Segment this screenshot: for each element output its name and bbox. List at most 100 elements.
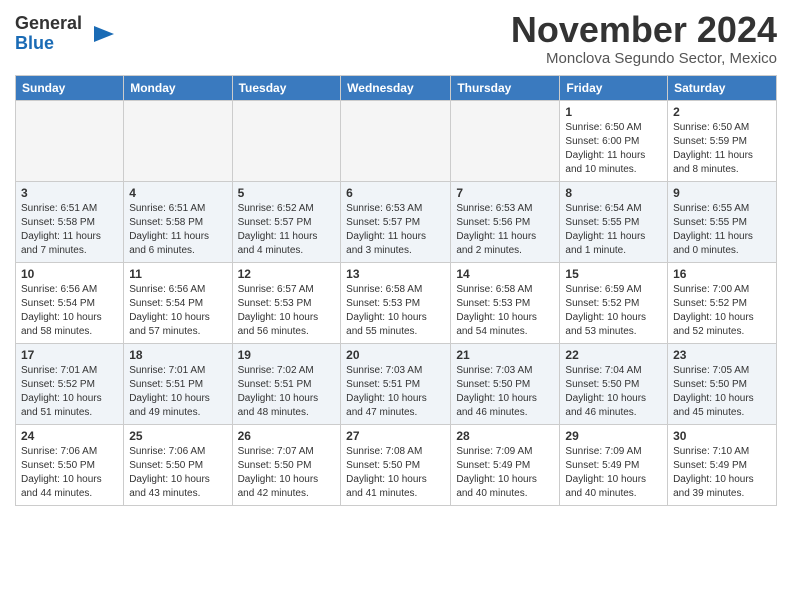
- day-info: Sunrise: 7:01 AMSunset: 5:52 PMDaylight:…: [21, 365, 102, 418]
- day-number: 4: [129, 186, 226, 200]
- day-info: Sunrise: 7:01 AMSunset: 5:51 PMDaylight:…: [129, 365, 210, 418]
- table-row: [124, 100, 232, 181]
- table-row: 11 Sunrise: 6:56 AMSunset: 5:54 PMDaylig…: [124, 262, 232, 343]
- table-row: 2 Sunrise: 6:50 AMSunset: 5:59 PMDayligh…: [668, 100, 777, 181]
- day-number: 14: [456, 267, 554, 281]
- day-number: 26: [238, 429, 336, 443]
- day-info: Sunrise: 6:59 AMSunset: 5:52 PMDaylight:…: [565, 284, 646, 337]
- table-row: [16, 100, 124, 181]
- table-row: 21 Sunrise: 7:03 AMSunset: 5:50 PMDaylig…: [451, 343, 560, 424]
- day-info: Sunrise: 6:57 AMSunset: 5:53 PMDaylight:…: [238, 284, 319, 337]
- day-info: Sunrise: 6:58 AMSunset: 5:53 PMDaylight:…: [456, 284, 537, 337]
- day-number: 23: [673, 348, 771, 362]
- day-number: 13: [346, 267, 445, 281]
- table-row: [341, 100, 451, 181]
- day-info: Sunrise: 6:53 AMSunset: 5:57 PMDaylight:…: [346, 203, 426, 256]
- logo-blue-text: Blue: [15, 33, 54, 53]
- day-number: 15: [565, 267, 662, 281]
- location-title: Monclova Segundo Sector, Mexico: [511, 50, 777, 67]
- day-number: 25: [129, 429, 226, 443]
- table-row: 29 Sunrise: 7:09 AMSunset: 5:49 PMDaylig…: [560, 424, 668, 505]
- table-row: 27 Sunrise: 7:08 AMSunset: 5:50 PMDaylig…: [341, 424, 451, 505]
- table-row: 17 Sunrise: 7:01 AMSunset: 5:52 PMDaylig…: [16, 343, 124, 424]
- table-row: 23 Sunrise: 7:05 AMSunset: 5:50 PMDaylig…: [668, 343, 777, 424]
- day-info: Sunrise: 7:09 AMSunset: 5:49 PMDaylight:…: [456, 446, 537, 499]
- day-info: Sunrise: 7:04 AMSunset: 5:50 PMDaylight:…: [565, 365, 646, 418]
- logo: General Blue: [15, 14, 118, 54]
- table-row: 26 Sunrise: 7:07 AMSunset: 5:50 PMDaylig…: [232, 424, 341, 505]
- calendar-week-row: 3 Sunrise: 6:51 AMSunset: 5:58 PMDayligh…: [16, 181, 777, 262]
- table-row: 19 Sunrise: 7:02 AMSunset: 5:51 PMDaylig…: [232, 343, 341, 424]
- day-info: Sunrise: 7:10 AMSunset: 5:49 PMDaylight:…: [673, 446, 754, 499]
- day-info: Sunrise: 6:55 AMSunset: 5:55 PMDaylight:…: [673, 203, 753, 256]
- page: General Blue November 2024 Monclova Segu…: [0, 0, 792, 521]
- day-number: 18: [129, 348, 226, 362]
- table-row: [451, 100, 560, 181]
- table-row: [232, 100, 341, 181]
- day-info: Sunrise: 7:07 AMSunset: 5:50 PMDaylight:…: [238, 446, 319, 499]
- table-row: 30 Sunrise: 7:10 AMSunset: 5:49 PMDaylig…: [668, 424, 777, 505]
- table-row: 13 Sunrise: 6:58 AMSunset: 5:53 PMDaylig…: [341, 262, 451, 343]
- table-row: 15 Sunrise: 6:59 AMSunset: 5:52 PMDaylig…: [560, 262, 668, 343]
- table-row: 22 Sunrise: 7:04 AMSunset: 5:50 PMDaylig…: [560, 343, 668, 424]
- day-number: 6: [346, 186, 445, 200]
- table-row: 6 Sunrise: 6:53 AMSunset: 5:57 PMDayligh…: [341, 181, 451, 262]
- col-saturday: Saturday: [668, 75, 777, 100]
- table-row: 9 Sunrise: 6:55 AMSunset: 5:55 PMDayligh…: [668, 181, 777, 262]
- day-info: Sunrise: 6:51 AMSunset: 5:58 PMDaylight:…: [21, 203, 101, 256]
- day-number: 24: [21, 429, 118, 443]
- day-number: 22: [565, 348, 662, 362]
- logo-general-text: General: [15, 13, 82, 33]
- table-row: 18 Sunrise: 7:01 AMSunset: 5:51 PMDaylig…: [124, 343, 232, 424]
- day-number: 17: [21, 348, 118, 362]
- table-row: 10 Sunrise: 6:56 AMSunset: 5:54 PMDaylig…: [16, 262, 124, 343]
- day-info: Sunrise: 7:09 AMSunset: 5:49 PMDaylight:…: [565, 446, 646, 499]
- day-number: 8: [565, 186, 662, 200]
- day-info: Sunrise: 7:02 AMSunset: 5:51 PMDaylight:…: [238, 365, 319, 418]
- day-info: Sunrise: 7:05 AMSunset: 5:50 PMDaylight:…: [673, 365, 754, 418]
- day-info: Sunrise: 7:00 AMSunset: 5:52 PMDaylight:…: [673, 284, 754, 337]
- col-friday: Friday: [560, 75, 668, 100]
- day-info: Sunrise: 6:51 AMSunset: 5:58 PMDaylight:…: [129, 203, 209, 256]
- table-row: 7 Sunrise: 6:53 AMSunset: 5:56 PMDayligh…: [451, 181, 560, 262]
- day-number: 10: [21, 267, 118, 281]
- day-number: 12: [238, 267, 336, 281]
- day-number: 19: [238, 348, 336, 362]
- month-title: November 2024: [511, 10, 777, 50]
- calendar-table: Sunday Monday Tuesday Wednesday Thursday…: [15, 75, 777, 506]
- day-info: Sunrise: 7:06 AMSunset: 5:50 PMDaylight:…: [129, 446, 210, 499]
- day-info: Sunrise: 6:56 AMSunset: 5:54 PMDaylight:…: [129, 284, 210, 337]
- day-number: 21: [456, 348, 554, 362]
- day-number: 7: [456, 186, 554, 200]
- day-number: 9: [673, 186, 771, 200]
- header: General Blue November 2024 Monclova Segu…: [15, 10, 777, 67]
- calendar-header-row: Sunday Monday Tuesday Wednesday Thursday…: [16, 75, 777, 100]
- day-number: 27: [346, 429, 445, 443]
- day-info: Sunrise: 6:53 AMSunset: 5:56 PMDaylight:…: [456, 203, 536, 256]
- calendar-week-row: 17 Sunrise: 7:01 AMSunset: 5:52 PMDaylig…: [16, 343, 777, 424]
- day-number: 2: [673, 105, 771, 119]
- col-sunday: Sunday: [16, 75, 124, 100]
- table-row: 14 Sunrise: 6:58 AMSunset: 5:53 PMDaylig…: [451, 262, 560, 343]
- day-info: Sunrise: 6:52 AMSunset: 5:57 PMDaylight:…: [238, 203, 318, 256]
- table-row: 20 Sunrise: 7:03 AMSunset: 5:51 PMDaylig…: [341, 343, 451, 424]
- title-block: November 2024 Monclova Segundo Sector, M…: [511, 10, 777, 67]
- day-number: 30: [673, 429, 771, 443]
- day-number: 28: [456, 429, 554, 443]
- table-row: 3 Sunrise: 6:51 AMSunset: 5:58 PMDayligh…: [16, 181, 124, 262]
- col-thursday: Thursday: [451, 75, 560, 100]
- day-info: Sunrise: 6:54 AMSunset: 5:55 PMDaylight:…: [565, 203, 645, 256]
- table-row: 28 Sunrise: 7:09 AMSunset: 5:49 PMDaylig…: [451, 424, 560, 505]
- day-number: 29: [565, 429, 662, 443]
- table-row: 5 Sunrise: 6:52 AMSunset: 5:57 PMDayligh…: [232, 181, 341, 262]
- day-number: 3: [21, 186, 118, 200]
- col-wednesday: Wednesday: [341, 75, 451, 100]
- col-tuesday: Tuesday: [232, 75, 341, 100]
- day-info: Sunrise: 7:03 AMSunset: 5:50 PMDaylight:…: [456, 365, 537, 418]
- calendar-week-row: 24 Sunrise: 7:06 AMSunset: 5:50 PMDaylig…: [16, 424, 777, 505]
- day-number: 20: [346, 348, 445, 362]
- day-info: Sunrise: 7:03 AMSunset: 5:51 PMDaylight:…: [346, 365, 427, 418]
- table-row: 1 Sunrise: 6:50 AMSunset: 6:00 PMDayligh…: [560, 100, 668, 181]
- day-info: Sunrise: 7:08 AMSunset: 5:50 PMDaylight:…: [346, 446, 427, 499]
- table-row: 12 Sunrise: 6:57 AMSunset: 5:53 PMDaylig…: [232, 262, 341, 343]
